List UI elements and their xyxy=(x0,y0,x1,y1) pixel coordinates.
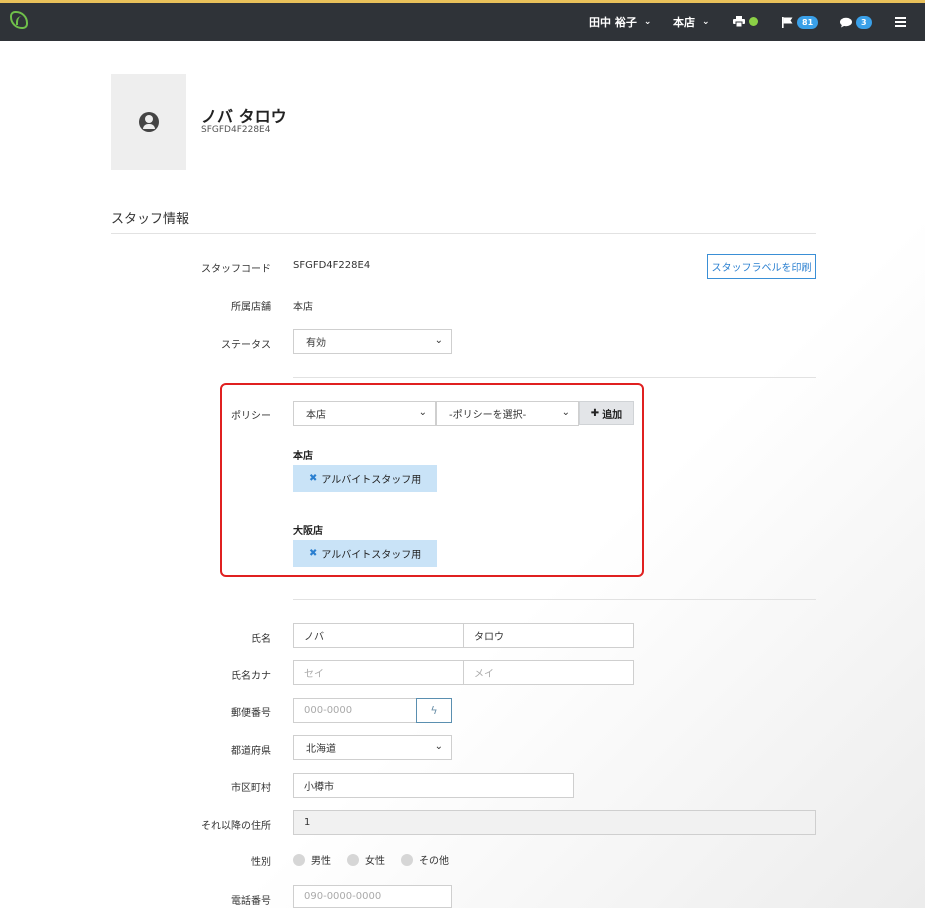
chevron-down-icon: ⌄ xyxy=(434,335,443,346)
phone-label: 電話番号 xyxy=(231,896,271,907)
bolt-icon: ϟ xyxy=(430,704,438,717)
status-label: ステータス xyxy=(221,340,271,351)
chat-icon xyxy=(840,17,852,28)
zip-field[interactable]: 000-0000 xyxy=(293,698,417,723)
kana-last-field[interactable]: セイ xyxy=(293,660,464,685)
store-name: 本店 xyxy=(673,16,695,29)
chevron-down-icon: ⌄ xyxy=(434,741,443,752)
profile-code: SFGFD4F228E4 xyxy=(201,125,271,135)
flag-count-badge: 81 xyxy=(797,16,819,29)
chat-count-badge: 3 xyxy=(856,16,872,29)
add-policy-button[interactable]: ✚ 追加 xyxy=(579,401,634,425)
chevron-down-icon: ⌄ xyxy=(561,407,570,418)
gender-option-label: その他 xyxy=(419,856,449,867)
policy-store-select-value: 本店 xyxy=(306,410,326,421)
gender-radio-male[interactable]: 男性 xyxy=(293,852,331,867)
status-dot xyxy=(749,17,758,26)
status-select[interactable]: 有効 ⌄ xyxy=(293,329,452,354)
policy-tag[interactable]: ✖ アルバイトスタッフ用 xyxy=(293,465,438,492)
user-name: 田中 裕子 xyxy=(589,16,637,29)
address-label: それ以降の住所 xyxy=(201,821,271,832)
policy-tag-label: アルバイトスタッフ用 xyxy=(321,475,422,486)
gender-label: 性別 xyxy=(251,857,271,868)
radio-circle-icon xyxy=(401,853,413,866)
policy-select-value: -ポリシーを選択- xyxy=(449,410,527,421)
zip-lookup-button[interactable]: ϟ xyxy=(416,698,452,723)
flag-icon xyxy=(782,17,793,28)
divider xyxy=(111,233,816,234)
policy-tag-label: アルバイトスタッフ用 xyxy=(321,550,422,561)
user-menu[interactable]: 田中 裕子 ⌄ xyxy=(589,14,651,30)
gender-radio-other[interactable]: その他 xyxy=(401,852,449,867)
store-menu[interactable]: 本店 ⌄ xyxy=(673,14,710,30)
divider xyxy=(293,599,816,600)
add-policy-label: 追加 xyxy=(602,409,623,421)
gender-option-label: 女性 xyxy=(365,856,385,867)
gender-radio-female[interactable]: 女性 xyxy=(347,852,385,867)
staff-code-label: スタッフコード xyxy=(201,264,271,275)
policy-store-name: 本店 xyxy=(293,451,313,462)
chevron-down-icon: ⌄ xyxy=(418,407,427,418)
store-label: 所属店舗 xyxy=(231,302,271,313)
kana-first-field[interactable]: メイ xyxy=(463,660,634,685)
chat-notifications[interactable]: 3 xyxy=(840,16,872,29)
radio-circle-icon xyxy=(293,853,305,866)
staff-code-value: SFGFD4F228E4 xyxy=(293,260,371,271)
zip-label: 郵便番号 xyxy=(231,708,271,719)
city-label: 市区町村 xyxy=(231,783,271,794)
prefecture-select[interactable]: 北海道 ⌄ xyxy=(293,735,452,760)
print-label-button[interactable]: スタッフラベルを印刷 xyxy=(707,254,816,279)
policy-label: ポリシー xyxy=(231,411,271,422)
address-field[interactable]: 1 xyxy=(293,810,816,835)
printer-icon xyxy=(733,16,745,27)
city-field[interactable]: 小樽市 xyxy=(293,773,574,798)
name-label: 氏名 xyxy=(251,634,271,645)
first-name-field[interactable]: タロウ xyxy=(463,623,634,648)
chevron-down-icon: ⌄ xyxy=(702,17,710,27)
top-navbar: 田中 裕子 ⌄ 本店 ⌄ 81 3 xyxy=(0,0,925,41)
printer-status[interactable] xyxy=(733,16,758,27)
kana-label: 氏名カナ xyxy=(231,671,271,682)
policy-select[interactable]: -ポリシーを選択- ⌄ xyxy=(436,401,579,426)
menu-icon[interactable] xyxy=(895,17,906,27)
avatar[interactable] xyxy=(111,74,186,170)
flag-notifications[interactable]: 81 xyxy=(782,16,819,29)
last-name-field[interactable]: ノバ xyxy=(293,623,464,648)
phone-field[interactable]: 090-0000-0000 xyxy=(293,885,452,908)
plus-icon: ✚ xyxy=(590,407,600,419)
status-select-value: 有効 xyxy=(306,338,326,349)
policy-store-select[interactable]: 本店 ⌄ xyxy=(293,401,436,426)
divider xyxy=(293,377,816,378)
store-value: 本店 xyxy=(293,302,313,313)
user-circle-icon xyxy=(138,112,159,132)
profile-name: ノバ タロウ xyxy=(201,107,287,126)
chevron-down-icon: ⌄ xyxy=(643,17,652,27)
section-title: スタッフ情報 xyxy=(111,212,190,227)
policy-tag[interactable]: ✖ アルバイトスタッフ用 xyxy=(293,540,438,567)
prefecture-label: 都道府県 xyxy=(231,746,271,757)
radio-circle-icon xyxy=(347,853,359,866)
remove-icon[interactable]: ✖ xyxy=(309,548,317,559)
gender-option-label: 男性 xyxy=(311,856,331,867)
remove-icon[interactable]: ✖ xyxy=(309,473,317,484)
prefecture-select-value: 北海道 xyxy=(306,744,336,755)
logo-leaf-icon[interactable] xyxy=(10,11,28,29)
policy-store-name: 大阪店 xyxy=(293,526,323,537)
